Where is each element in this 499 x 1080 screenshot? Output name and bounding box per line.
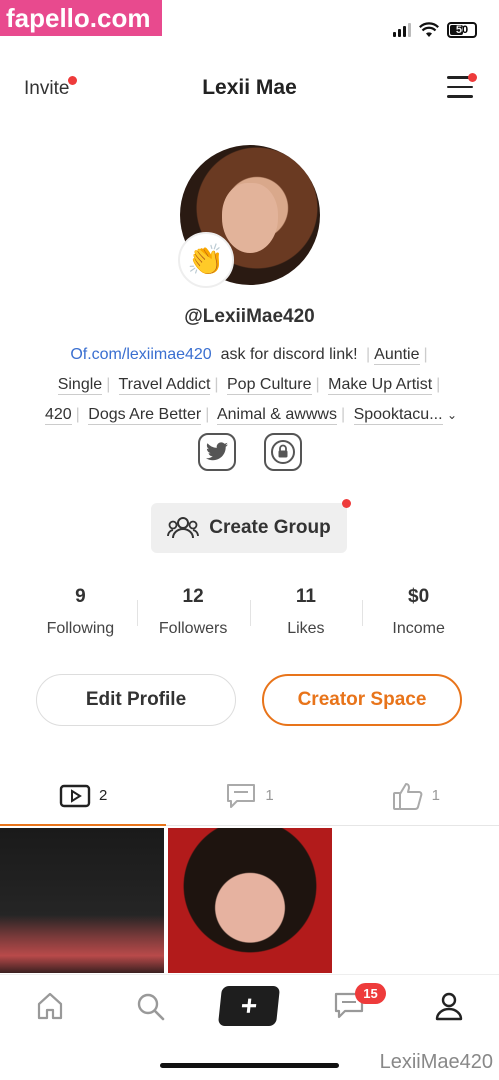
- stat-income[interactable]: $0 Income: [362, 586, 475, 638]
- creator-space-button[interactable]: Creator Space: [262, 674, 462, 726]
- status-bar: 50: [393, 18, 477, 42]
- wifi-icon: [419, 22, 439, 37]
- video-icon: [59, 784, 91, 807]
- plus-icon: +: [218, 985, 281, 1026]
- social-links: [198, 433, 302, 471]
- notification-dot: [468, 73, 477, 82]
- profile-bio: Of.com/lexiimae420 ask for discord link!…: [44, 346, 458, 425]
- twitter-icon[interactable]: [198, 433, 236, 471]
- comment-icon: [227, 783, 256, 808]
- bio-tag[interactable]: Make Up Artist: [328, 376, 433, 395]
- search-icon: [137, 993, 164, 1020]
- video-thumbnail[interactable]: [0, 828, 164, 973]
- tab-count: 2: [98, 787, 108, 804]
- bio-tag[interactable]: Pop Culture: [227, 376, 312, 395]
- stat-following[interactable]: 9 Following: [24, 586, 137, 638]
- bio-link[interactable]: Of.com/lexiimae420: [70, 346, 211, 363]
- edit-profile-button[interactable]: Edit Profile: [36, 674, 236, 726]
- profile-header: Invite Lexii Mae: [0, 70, 499, 110]
- page-title: Lexii Mae: [202, 76, 297, 99]
- tab-count: 1: [431, 787, 440, 804]
- onlyfans-lock-icon[interactable]: [264, 433, 302, 471]
- watermark-top: fapello.com: [0, 0, 162, 36]
- home-icon: [37, 992, 62, 1019]
- nav-search[interactable]: [100, 991, 200, 1021]
- battery-icon: 50: [447, 22, 477, 38]
- bio-tag[interactable]: Animal & awwws: [216, 406, 337, 425]
- create-group-label: Create Group: [209, 517, 331, 538]
- stat-likes[interactable]: 11 Likes: [249, 586, 363, 638]
- cellular-signal-icon: [393, 23, 411, 37]
- profile-handle: @LexiiMae420: [184, 306, 315, 327]
- bottom-navigation: + 15: [0, 974, 499, 1036]
- bio-tag[interactable]: Auntie: [374, 346, 420, 365]
- nav-messages[interactable]: 15: [299, 982, 399, 1021]
- bio-tag[interactable]: Spooktacu...: [353, 406, 443, 425]
- bio-tag[interactable]: 420: [44, 406, 72, 425]
- bio-tag[interactable]: Single: [57, 376, 103, 395]
- tab-videos[interactable]: 2: [0, 766, 167, 826]
- profile-stats: 9 Following 12 Followers 11 Likes $0 Income: [24, 586, 475, 638]
- bio-tag[interactable]: Travel Addict: [118, 376, 211, 395]
- menu-button[interactable]: [447, 73, 477, 100]
- bio-text: ask for discord link!: [220, 346, 358, 363]
- messages-badge: 15: [355, 982, 386, 1004]
- nav-home[interactable]: [0, 991, 100, 1021]
- profile-icon: [435, 992, 463, 1020]
- video-thumbnail[interactable]: [168, 828, 332, 973]
- nav-create[interactable]: +: [200, 985, 300, 1026]
- watermark-bottom: LexiiMae420: [379, 1051, 493, 1073]
- group-icon: [167, 517, 200, 539]
- create-group-button[interactable]: Create Group: [151, 499, 351, 553]
- chevron-down-icon[interactable]: ⌄: [447, 408, 457, 422]
- notification-dot: [342, 499, 351, 508]
- media-grid: [0, 828, 332, 973]
- nav-profile[interactable]: [399, 991, 499, 1021]
- home-indicator[interactable]: [160, 1063, 339, 1068]
- stat-followers[interactable]: 12 Followers: [136, 586, 250, 638]
- tab-count: 1: [265, 787, 274, 804]
- content-tabs: 2 1 1: [0, 766, 499, 826]
- bio-tag[interactable]: Dogs Are Better: [88, 406, 202, 425]
- clapping-hands-icon[interactable]: 👏: [178, 232, 234, 288]
- tab-comments[interactable]: 1: [166, 766, 332, 825]
- tab-likes[interactable]: 1: [333, 766, 499, 825]
- thumbs-up-icon: [392, 782, 423, 810]
